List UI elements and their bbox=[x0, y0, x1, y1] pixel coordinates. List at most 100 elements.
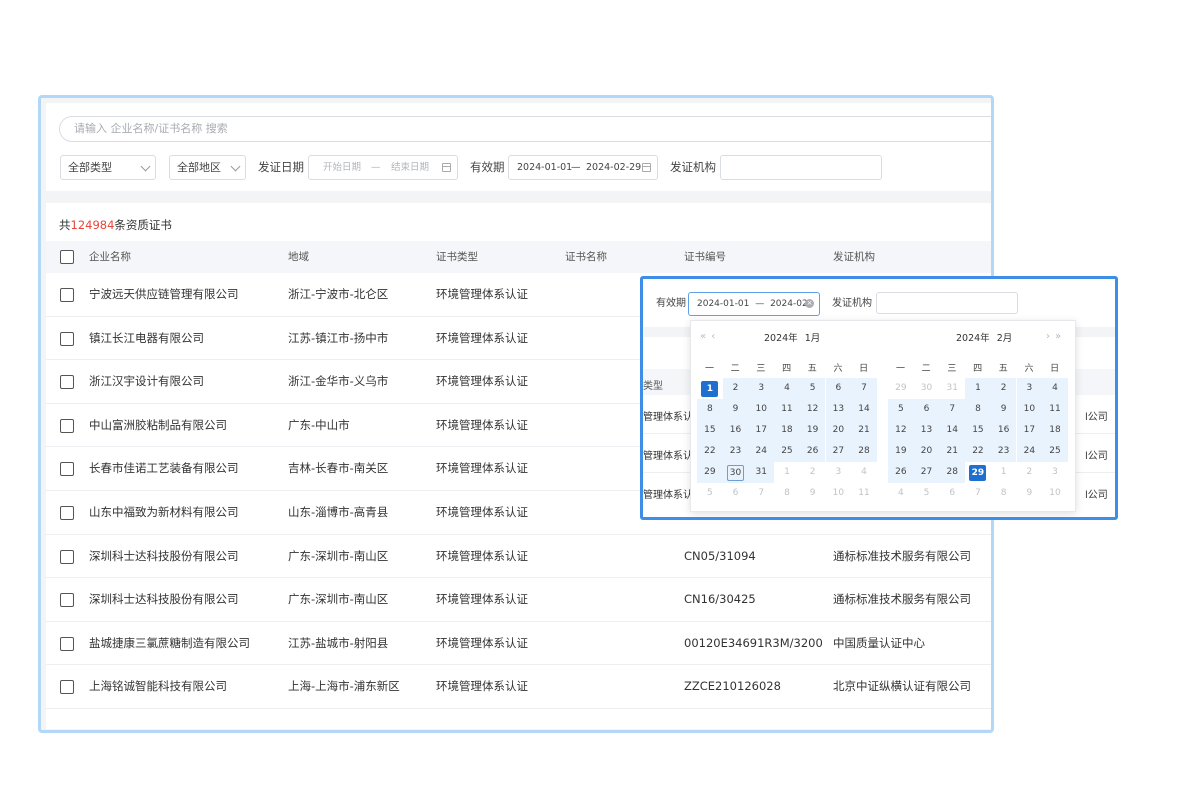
calendar-day[interactable]: 6 bbox=[825, 378, 852, 399]
calendar-day[interactable]: 12 bbox=[799, 399, 826, 420]
calendar-month[interactable]: 2月 bbox=[997, 333, 1013, 344]
calendar-day[interactable]: 21 bbox=[939, 441, 966, 462]
calendar-day[interactable]: 4 bbox=[888, 483, 914, 504]
next-month-year-icon[interactable]: › » bbox=[1046, 331, 1062, 342]
calendar-day[interactable]: 11 bbox=[774, 399, 800, 420]
calendar-day[interactable]: 6 bbox=[723, 483, 749, 504]
calendar-day[interactable]: 27 bbox=[913, 462, 940, 483]
calendar-day[interactable]: 1 bbox=[697, 378, 723, 399]
calendar-day[interactable]: 30 bbox=[914, 378, 940, 399]
row-checkbox[interactable] bbox=[60, 593, 74, 608]
row-checkbox[interactable] bbox=[60, 636, 74, 651]
calendar-day[interactable]: 9 bbox=[722, 399, 749, 420]
calendar-year[interactable]: 2024年 bbox=[764, 333, 798, 344]
calendar-day[interactable]: 20 bbox=[825, 420, 852, 441]
calendar-day[interactable]: 25 bbox=[774, 441, 800, 462]
calendar-day[interactable]: 29 bbox=[888, 378, 914, 399]
calendar-day[interactable]: 8 bbox=[991, 483, 1017, 504]
calendar-day[interactable]: 16 bbox=[990, 420, 1017, 441]
calendar-day[interactable]: 11 bbox=[1042, 399, 1068, 420]
calendar-day[interactable]: 8 bbox=[697, 399, 723, 420]
calendar-day[interactable]: 16 bbox=[722, 420, 749, 441]
calendar-day[interactable]: 26 bbox=[888, 462, 914, 483]
calendar-day[interactable]: 4 bbox=[774, 378, 800, 399]
calendar-day[interactable]: 10 bbox=[1042, 483, 1068, 504]
calendar-day[interactable]: 21 bbox=[851, 420, 877, 441]
table-row[interactable]: 上海铭诚智能科技有限公司 上海-上海市-浦东新区 环境管理体系认证 ZZCE21012… bbox=[46, 665, 991, 709]
issuer-input[interactable] bbox=[876, 292, 1018, 314]
calendar-day[interactable]: 3 bbox=[1016, 378, 1043, 399]
valid-period-range[interactable]: 2024-01-01 — 2024-02-29 × bbox=[688, 292, 820, 331]
calendar-year[interactable]: 2024年 bbox=[956, 333, 990, 344]
calendar-day[interactable]: 31 bbox=[939, 378, 965, 399]
calendar-day[interactable]: 2 bbox=[800, 462, 826, 483]
calendar-day[interactable]: 4 bbox=[1042, 378, 1068, 399]
calendar-day[interactable]: 28 bbox=[939, 462, 966, 483]
calendar-day[interactable]: 12 bbox=[888, 420, 914, 441]
table-row[interactable]: 深圳科士达科技股份有限公司 广东-深圳市-南山区 环境管理体系认证 CN16/3042… bbox=[46, 578, 991, 622]
calendar-day[interactable]: 18 bbox=[1042, 420, 1068, 441]
type-select[interactable]: 全部类型 bbox=[60, 155, 156, 180]
calendar-day[interactable]: 30 bbox=[722, 462, 749, 483]
calendar-day[interactable]: 29 bbox=[965, 462, 991, 483]
calendar-day[interactable]: 7 bbox=[939, 399, 966, 420]
calendar-day[interactable]: 2 bbox=[722, 378, 749, 399]
calendar-day[interactable]: 6 bbox=[939, 483, 965, 504]
calendar-day[interactable]: 26 bbox=[799, 441, 826, 462]
calendar-day[interactable]: 1 bbox=[774, 462, 800, 483]
calendar-day[interactable]: 20 bbox=[913, 441, 940, 462]
issuer-input[interactable] bbox=[720, 155, 882, 180]
calendar-day[interactable]: 8 bbox=[774, 483, 800, 504]
row-checkbox[interactable] bbox=[60, 549, 74, 564]
calendar-day[interactable]: 17 bbox=[748, 420, 775, 441]
calendar-day[interactable]: 10 bbox=[1016, 399, 1043, 420]
calendar-day[interactable]: 17 bbox=[1016, 420, 1043, 441]
row-checkbox[interactable] bbox=[60, 331, 74, 346]
calendar-day[interactable]: 22 bbox=[965, 441, 991, 462]
calendar-day[interactable]: 4 bbox=[851, 462, 877, 483]
calendar-day[interactable]: 29 bbox=[697, 462, 723, 483]
calendar-day[interactable]: 5 bbox=[799, 378, 826, 399]
calendar-day[interactable]: 2 bbox=[1017, 462, 1043, 483]
valid-period-range[interactable]: 2024-01-01 — 2024-02-29 bbox=[508, 155, 658, 180]
calendar-day[interactable]: 7 bbox=[965, 483, 991, 504]
calendar-day[interactable]: 9 bbox=[1017, 483, 1043, 504]
calendar-day[interactable]: 23 bbox=[990, 441, 1017, 462]
calendar-day[interactable]: 11 bbox=[851, 483, 877, 504]
row-checkbox[interactable] bbox=[60, 288, 74, 302]
calendar-day[interactable]: 3 bbox=[748, 378, 775, 399]
row-checkbox[interactable] bbox=[60, 375, 74, 390]
calendar-month[interactable]: 1月 bbox=[805, 333, 821, 344]
calendar-day[interactable]: 31 bbox=[748, 462, 775, 483]
calendar-day[interactable]: 9 bbox=[990, 399, 1017, 420]
row-checkbox[interactable] bbox=[60, 418, 74, 433]
calendar-day[interactable]: 14 bbox=[939, 420, 966, 441]
calendar-day[interactable]: 19 bbox=[799, 420, 826, 441]
region-select[interactable]: 全部地区 bbox=[169, 155, 246, 180]
calendar-day[interactable]: 25 bbox=[1042, 441, 1068, 462]
clear-icon[interactable]: × bbox=[805, 299, 814, 308]
table-row[interactable]: 深圳科士达科技股份有限公司 广东-深圳市-南山区 环境管理体系认证 CN05/3109… bbox=[46, 535, 991, 579]
calendar-day[interactable]: 24 bbox=[1016, 441, 1043, 462]
row-checkbox[interactable] bbox=[60, 680, 74, 695]
search-input[interactable]: 请输入 企业名称/证书名称 搜索 bbox=[59, 116, 991, 142]
calendar-day[interactable]: 5 bbox=[697, 483, 723, 504]
calendar-day[interactable]: 28 bbox=[851, 441, 877, 462]
calendar-day[interactable]: 3 bbox=[1042, 462, 1068, 483]
calendar-day[interactable]: 5 bbox=[914, 483, 940, 504]
calendar-day[interactable]: 13 bbox=[913, 420, 940, 441]
calendar-day[interactable]: 3 bbox=[826, 462, 852, 483]
calendar-day[interactable]: 22 bbox=[697, 441, 723, 462]
calendar-day[interactable]: 1 bbox=[991, 462, 1017, 483]
calendar-day[interactable]: 9 bbox=[800, 483, 826, 504]
calendar-day[interactable]: 10 bbox=[748, 399, 775, 420]
calendar-day[interactable]: 10 bbox=[826, 483, 852, 504]
calendar-day[interactable]: 8 bbox=[965, 399, 991, 420]
select-all-checkbox[interactable] bbox=[60, 250, 74, 264]
row-checkbox[interactable] bbox=[60, 462, 74, 477]
calendar-day[interactable]: 1 bbox=[965, 378, 991, 399]
calendar-day[interactable]: 7 bbox=[851, 378, 877, 399]
calendar-day[interactable]: 6 bbox=[913, 399, 940, 420]
calendar-day[interactable]: 24 bbox=[748, 441, 775, 462]
calendar-day[interactable]: 2 bbox=[990, 378, 1017, 399]
